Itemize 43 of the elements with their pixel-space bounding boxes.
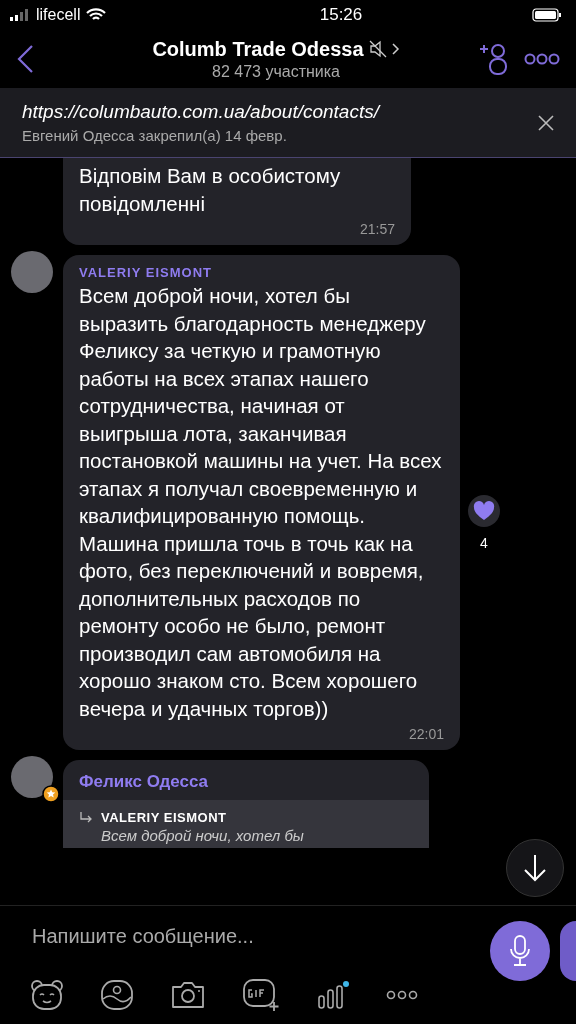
reaction-count: 4 [480,535,488,551]
quote-text: Всем доброй ночи, хотел бы [100,827,305,844]
sender-name[interactable]: VALERIY EISMONT [79,265,444,280]
pinned-message-bar[interactable]: https://columbauto.com.ua/about/contacts/ Евгений Одесса закрепил(а) 14 февр. [0,88,576,158]
quoted-message[interactable]: VALERIY EISMONT Всем доброй ночи, хотел бы [63,800,429,848]
arrow-down-icon [523,854,547,882]
reaction-button[interactable] [468,495,500,527]
sticker-icon[interactable] [30,979,64,1011]
message-bubble[interactable]: Відповім Вам в особистому повідомленні 21:57 [63,158,411,245]
gif-icon[interactable] [242,978,280,1012]
gallery-icon[interactable] [100,979,134,1011]
back-icon[interactable] [16,44,34,74]
avatar[interactable] [10,756,53,798]
microphone-icon [509,935,531,967]
status-time: 15:26 [319,5,363,25]
battery-icon [532,8,562,22]
close-icon[interactable] [538,114,554,131]
sender-name[interactable]: Феликс Одесса [63,772,429,800]
message-time: 21:57 [359,221,395,237]
heart-icon [473,501,495,521]
camera-icon[interactable] [170,980,206,1010]
chevron-icon [391,43,400,55]
signal-icon [10,9,30,21]
add-member-icon[interactable] [478,42,510,76]
message-bubble[interactable]: Феликс Одесса VALERIY EISMONT Всем доброй ночи, хотел бы [63,760,429,848]
member-count: 82 473 участника [212,62,340,81]
message-bubble[interactable] [63,255,460,750]
poll-icon[interactable] [316,980,350,1010]
message-text: Всем доброй ночи, хотел бы выразить благодарность менеджеру Феликсу за четкую и грамотную работы на всех этапах нашего сотрудничества, начиная от выигрыша лота, заканчивая постановкой машины на учет. На всех этапах я получал своевременную и квалифицированную помощь. Машина пришла точь в точь как на фото, без переключений и вовремя, дополнительных расходов по ремонту особо не было, ремонт производил сам автомобиля на хорошо знаком сто. Всем хорошего вечера и удачных торгов)) [79,283,443,722]
quote-author: VALERIY EISMONT [101,810,227,825]
pinned-link[interactable]: https://columbauto.com.ua/about/contacts/ [22,101,538,123]
more-icon[interactable] [524,53,560,65]
message-input[interactable]: Напишите сообщение... [0,924,490,948]
reply-arrow-icon [79,810,93,825]
message-time: 22:01 [408,726,444,742]
pinned-meta: Евгений Одесса закрепил(а) 14 февр. [22,127,288,144]
message-text: Відповім Вам в особистому повідомленні [79,163,342,217]
voice-message-button[interactable] [490,921,550,981]
more-options-icon[interactable] [386,990,418,1000]
wifi-icon [86,8,107,22]
send-mode-button[interactable] [560,921,576,981]
chat-title[interactable]: Columb Trade Odessa [152,37,364,61]
carrier-name: lifecell [36,6,81,24]
